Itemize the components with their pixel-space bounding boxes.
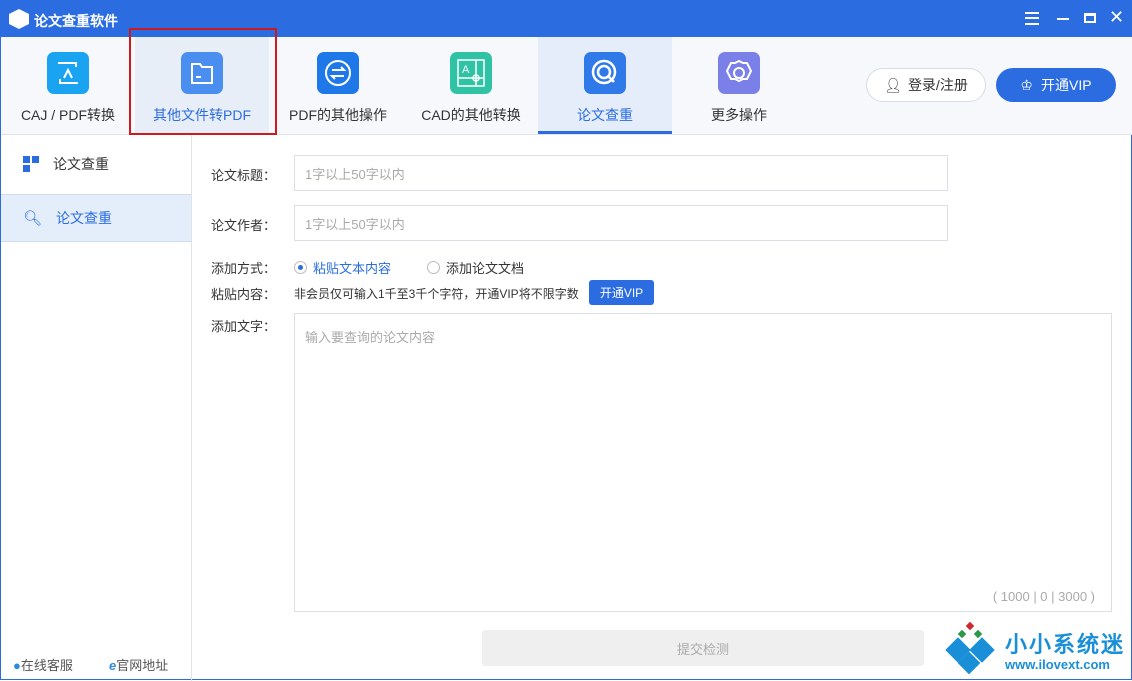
tab-cad[interactable]: A CAD的其他转换 xyxy=(404,37,538,134)
app-title: 论文查重软件 xyxy=(34,13,118,29)
user-icon: 👤︎ xyxy=(884,76,902,93)
vip-label: 开通VIP xyxy=(1040,77,1092,93)
crown-icon: ♔ xyxy=(1020,76,1033,93)
paste-label: 粘贴内容： xyxy=(211,287,277,302)
tab-pdf-other[interactable]: PDF的其他操作 xyxy=(271,37,405,134)
char-counter: ( 1000 | 0 | 3000 ) xyxy=(992,589,1095,604)
radio-add-document[interactable]: 添加论文文档 xyxy=(427,258,524,277)
method-label: 添加方式： xyxy=(211,261,277,276)
minimize-icon[interactable] xyxy=(1057,18,1069,20)
radio-checked-icon xyxy=(294,261,307,274)
cad-icon: A xyxy=(450,52,492,94)
tab-caj-pdf[interactable]: CAJ / PDF转换 xyxy=(1,37,135,134)
tab-label: 更多操作 xyxy=(711,107,767,123)
tab-more[interactable]: 更多操作 xyxy=(672,37,806,134)
watermark-logo-icon xyxy=(945,621,995,675)
online-service-link[interactable]: ●在线客服 xyxy=(13,655,73,674)
text-label: 添加文字： xyxy=(211,319,277,334)
gear-icon xyxy=(718,52,760,94)
sidebar-item-label: 论文查重 xyxy=(56,210,113,226)
tab-label: 论文查重 xyxy=(577,107,633,123)
sidebar: 论文查重 🔍︎ 论文查重 ●在线客服 e官网地址 xyxy=(1,135,192,681)
menu-icon[interactable] xyxy=(1025,12,1039,25)
search-q-icon xyxy=(584,52,626,94)
search-icon: 🔍︎ xyxy=(23,210,43,227)
caj-pdf-convert-icon xyxy=(47,52,89,94)
title-label: 论文标题： xyxy=(211,168,277,183)
service-label: 在线客服 xyxy=(20,658,73,673)
open-vip-button[interactable]: 开通VIP xyxy=(589,280,654,305)
textarea-placeholder: 输入要查询的论文内容 xyxy=(305,330,436,345)
author-label: 论文作者： xyxy=(211,218,277,233)
swap-icon xyxy=(317,52,359,94)
watermark-name: 小小系统迷 xyxy=(1005,632,1126,657)
toolbar: CAJ / PDF转换 其他文件转PDF PDF的其他操作 A CAD的其他转换 … xyxy=(1,28,1132,135)
radio-unchecked-icon xyxy=(427,261,440,274)
website-link[interactable]: e官网地址 xyxy=(109,655,168,674)
vip-button[interactable]: ♔ 开通VIP xyxy=(996,68,1116,102)
sidebar-item-label: 论文查重 xyxy=(53,156,109,172)
sidebar-item-paper-check[interactable]: 论文查重 xyxy=(1,140,191,188)
tab-label: CAJ / PDF转换 xyxy=(20,107,116,123)
sidebar-item-paper-check-active[interactable]: 🔍︎ 论文查重 xyxy=(1,194,191,242)
svg-text:A: A xyxy=(462,64,470,76)
maximize-icon[interactable] xyxy=(1084,13,1096,23)
website-label: 官网地址 xyxy=(116,658,169,673)
tab-label: CAD的其他转换 xyxy=(421,107,521,123)
tab-paper-check[interactable]: 论文查重 xyxy=(538,37,672,134)
radio-label: 粘贴文本内容 xyxy=(313,261,392,276)
close-icon[interactable]: ✕ xyxy=(1109,7,1124,28)
title-input[interactable]: 1字以上50字以内 xyxy=(294,155,948,191)
radio-paste-text[interactable]: 粘贴文本内容 xyxy=(294,258,391,277)
login-button[interactable]: 👤︎ 登录/注册 xyxy=(866,68,986,102)
highlight-box xyxy=(129,28,277,135)
author-input[interactable]: 1字以上50字以内 xyxy=(294,205,948,241)
watermark-url: www.ilovext.com xyxy=(1005,657,1110,672)
paper-content-textarea[interactable]: 输入要查询的论文内容 ( 1000 | 0 | 3000 ) xyxy=(294,313,1112,612)
login-label: 登录/注册 xyxy=(907,77,968,93)
radio-label: 添加论文文档 xyxy=(446,261,525,276)
service-icon: ● xyxy=(13,658,21,673)
grid-icon xyxy=(23,156,39,172)
app-logo-icon xyxy=(9,9,29,29)
submit-button[interactable]: 提交检测 xyxy=(482,630,924,666)
tab-label: PDF的其他操作 xyxy=(289,107,387,123)
paste-note: 非会员仅可输入1千至3千个字符，开通VIP将不限字数 xyxy=(294,287,579,301)
